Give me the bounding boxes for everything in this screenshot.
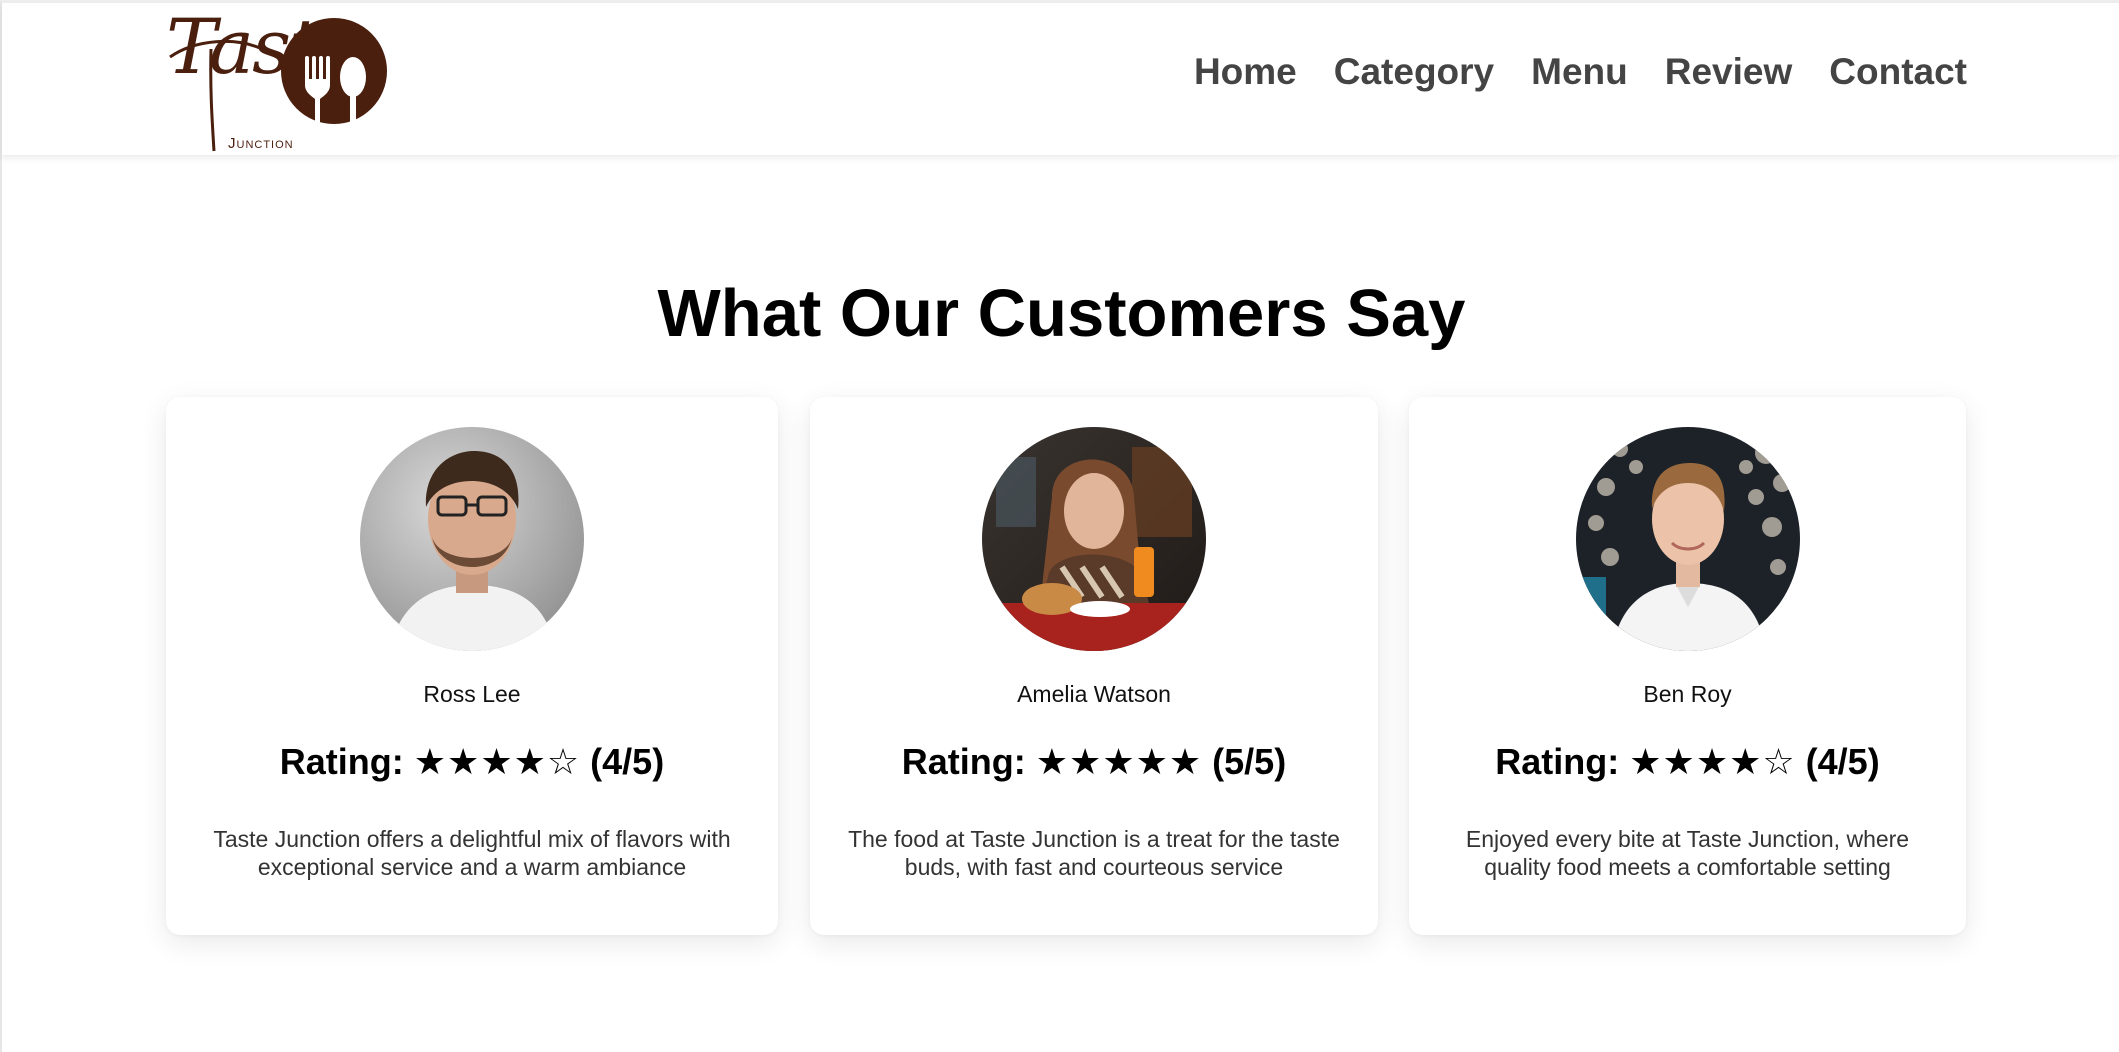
page: Taste Junction Home Category Menu Review…	[0, 0, 2119, 1052]
main-nav: Home Category Menu Review Contact	[1157, 51, 1967, 93]
rating-score: (4/5)	[590, 741, 665, 782]
reviewer-name: Ben Roy	[1643, 681, 1732, 707]
review-card: Ross Lee Rating: ★★★★☆ (4/5) Taste Junct…	[166, 397, 778, 935]
avatar	[1575, 427, 1800, 651]
site-header: Taste Junction Home Category Menu Review…	[2, 3, 2119, 156]
rating: Rating: ★★★★☆ (4/5)	[1409, 741, 1966, 783]
avatar-photo-ross	[360, 427, 584, 651]
section-title: What Our Customers Say	[657, 276, 1466, 351]
star-rating-icon: ★★★★★	[1035, 742, 1203, 783]
rating-label: Rating:	[901, 741, 1026, 782]
fork-and-spoon-icon	[169, 18, 387, 152]
rating-label: Rating:	[279, 741, 404, 782]
reviewer-name: Ross Lee	[423, 681, 521, 707]
avatar-photo-amelia	[982, 427, 1206, 651]
nav-category[interactable]: Category	[1334, 51, 1494, 93]
review-text: Enjoyed every bite at Taste Junction, wh…	[1465, 826, 1910, 880]
rating-label: Rating:	[1495, 741, 1620, 782]
star-rating-icon: ★★★★☆	[413, 742, 581, 783]
nav-contact[interactable]: Contact	[1829, 51, 1967, 93]
reviewer-name: Amelia Watson	[1017, 681, 1171, 707]
review-card: Amelia Watson Rating: ★★★★★ (5/5) The fo…	[810, 397, 1378, 935]
nav-home[interactable]: Home	[1194, 51, 1297, 93]
nav-menu[interactable]: Menu	[1531, 51, 1628, 93]
star-rating-icon: ★★★★☆	[1629, 742, 1796, 783]
logo[interactable]: Taste Junction	[166, 9, 396, 155]
rating: Rating: ★★★★★ (5/5)	[810, 741, 1378, 783]
avatar-photo-ben	[1575, 427, 1800, 651]
review-text: The food at Taste Junction is a treat fo…	[848, 826, 1340, 880]
logo-subtitle: Junction	[228, 135, 294, 152]
rating: Rating: ★★★★☆ (4/5)	[166, 741, 778, 783]
rating-score: (4/5)	[1805, 741, 1880, 782]
avatar	[982, 427, 1206, 651]
nav-review[interactable]: Review	[1665, 51, 1793, 93]
review-card: Ben Roy Rating: ★★★★☆ (4/5) Enjoyed ever…	[1409, 397, 1966, 935]
review-text: Taste Junction offers a delightful mix o…	[213, 826, 731, 880]
avatar	[360, 427, 584, 651]
rating-score: (5/5)	[1212, 741, 1287, 782]
